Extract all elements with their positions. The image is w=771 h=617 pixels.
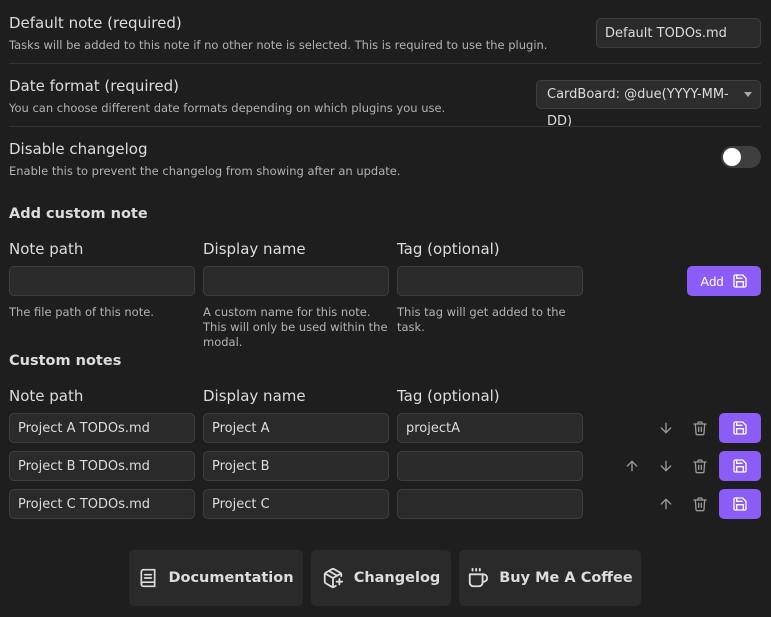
row-note-path-input[interactable] bbox=[9, 451, 195, 481]
setting-name: Disable changelog bbox=[9, 140, 148, 158]
column-header-note-path: Note path bbox=[9, 387, 84, 405]
coffee-label: Buy Me A Coffee bbox=[499, 570, 633, 586]
changelog-button[interactable]: Changelog bbox=[311, 550, 451, 606]
arrow-down-icon[interactable] bbox=[655, 455, 677, 477]
documentation-label: Documentation bbox=[168, 570, 294, 586]
column-header-tag: Tag (optional) bbox=[397, 240, 500, 258]
row-tag-input[interactable] bbox=[397, 413, 583, 443]
setting-disable-changelog: Disable changelog Enable this to prevent… bbox=[9, 140, 761, 178]
book-icon bbox=[138, 567, 158, 589]
save-row-button[interactable] bbox=[719, 451, 761, 481]
documentation-button[interactable]: Documentation bbox=[129, 550, 303, 606]
hint-display-name: A custom name for this note. This will o… bbox=[203, 305, 388, 349]
save-icon bbox=[732, 496, 748, 512]
hint-note-path: The file path of this note. bbox=[9, 305, 154, 319]
toggle-knob bbox=[723, 148, 741, 166]
add-custom-note-heading: Add custom note bbox=[9, 206, 148, 222]
setting-description: Enable this to prevent the changelog fro… bbox=[9, 164, 401, 178]
row-display-name-input[interactable] bbox=[203, 451, 389, 481]
default-note-input[interactable] bbox=[596, 18, 761, 48]
arrow-up-icon[interactable] bbox=[655, 493, 677, 515]
row-tag-input[interactable] bbox=[397, 489, 583, 519]
coffee-icon bbox=[467, 567, 489, 589]
hint-tag: This tag will get added to the task. bbox=[397, 305, 566, 334]
trash-icon[interactable] bbox=[689, 417, 711, 439]
column-header-tag: Tag (optional) bbox=[397, 387, 500, 405]
new-note-path-input[interactable] bbox=[9, 266, 195, 296]
save-row-button[interactable] bbox=[719, 489, 761, 519]
add-note-button[interactable]: Add bbox=[687, 266, 761, 296]
changelog-label: Changelog bbox=[353, 570, 441, 586]
column-header-note-path: Note path bbox=[9, 240, 84, 258]
date-format-selected: CardBoard: @due(YYYY-MM-DD) bbox=[547, 87, 729, 129]
row-display-name-input[interactable] bbox=[203, 413, 389, 443]
arrow-down-icon[interactable] bbox=[655, 417, 677, 439]
save-icon bbox=[732, 458, 748, 474]
save-icon bbox=[732, 420, 748, 436]
date-format-select[interactable]: CardBoard: @due(YYYY-MM-DD) bbox=[536, 80, 761, 129]
column-header-display-name: Display name bbox=[203, 387, 306, 405]
column-header-display-name: Display name bbox=[203, 240, 306, 258]
row-display-name-input[interactable] bbox=[203, 489, 389, 519]
row-note-path-input[interactable] bbox=[9, 489, 195, 519]
divider bbox=[9, 126, 761, 127]
row-tag-input[interactable] bbox=[397, 451, 583, 481]
save-icon bbox=[732, 273, 748, 289]
custom-notes-heading: Custom notes bbox=[9, 353, 122, 369]
buy-me-a-coffee-button[interactable]: Buy Me A Coffee bbox=[459, 550, 641, 606]
row-note-path-input[interactable] bbox=[9, 413, 195, 443]
arrow-up-icon[interactable] bbox=[621, 455, 643, 477]
new-display-name-input[interactable] bbox=[203, 266, 389, 296]
trash-icon[interactable] bbox=[689, 455, 711, 477]
chevron-down-icon bbox=[744, 92, 752, 97]
divider bbox=[9, 63, 761, 64]
save-row-button[interactable] bbox=[719, 413, 761, 443]
package-plus-icon bbox=[322, 567, 344, 589]
new-tag-input[interactable] bbox=[397, 266, 583, 296]
trash-icon[interactable] bbox=[689, 493, 711, 515]
add-label: Add bbox=[700, 273, 724, 289]
disable-changelog-toggle[interactable] bbox=[721, 146, 761, 168]
